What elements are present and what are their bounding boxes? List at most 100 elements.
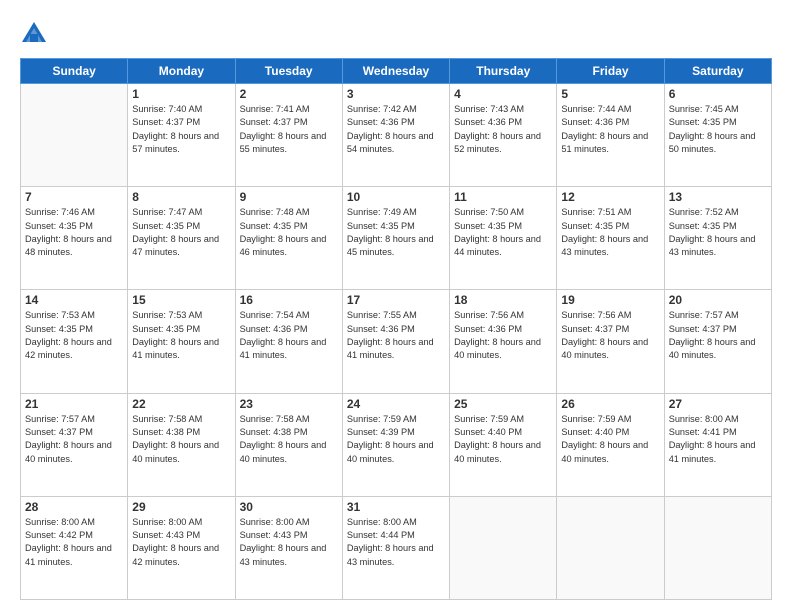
day-number: 5 [561, 87, 659, 101]
calendar-cell: 8 Sunrise: 7:47 AM Sunset: 4:35 PM Daylig… [128, 187, 235, 290]
weekday-header-thursday: Thursday [450, 59, 557, 84]
day-info: Sunrise: 8:00 AM Sunset: 4:44 PM Dayligh… [347, 516, 445, 569]
weekday-row: SundayMondayTuesdayWednesdayThursdayFrid… [21, 59, 772, 84]
calendar-cell [21, 84, 128, 187]
day-number: 9 [240, 190, 338, 204]
day-number: 24 [347, 397, 445, 411]
calendar-cell: 4 Sunrise: 7:43 AM Sunset: 4:36 PM Daylig… [450, 84, 557, 187]
calendar-cell: 23 Sunrise: 7:58 AM Sunset: 4:38 PM Dayli… [235, 393, 342, 496]
day-number: 19 [561, 293, 659, 307]
day-info: Sunrise: 7:54 AM Sunset: 4:36 PM Dayligh… [240, 309, 338, 362]
day-number: 31 [347, 500, 445, 514]
day-info: Sunrise: 8:00 AM Sunset: 4:43 PM Dayligh… [240, 516, 338, 569]
calendar-cell: 14 Sunrise: 7:53 AM Sunset: 4:35 PM Dayli… [21, 290, 128, 393]
day-info: Sunrise: 7:56 AM Sunset: 4:37 PM Dayligh… [561, 309, 659, 362]
day-number: 2 [240, 87, 338, 101]
day-number: 15 [132, 293, 230, 307]
calendar-cell: 25 Sunrise: 7:59 AM Sunset: 4:40 PM Dayli… [450, 393, 557, 496]
calendar-week-3: 21 Sunrise: 7:57 AM Sunset: 4:37 PM Dayli… [21, 393, 772, 496]
day-info: Sunrise: 7:53 AM Sunset: 4:35 PM Dayligh… [25, 309, 123, 362]
day-number: 10 [347, 190, 445, 204]
day-info: Sunrise: 7:59 AM Sunset: 4:39 PM Dayligh… [347, 413, 445, 466]
day-number: 11 [454, 190, 552, 204]
day-info: Sunrise: 7:59 AM Sunset: 4:40 PM Dayligh… [454, 413, 552, 466]
day-info: Sunrise: 8:00 AM Sunset: 4:43 PM Dayligh… [132, 516, 230, 569]
day-info: Sunrise: 7:51 AM Sunset: 4:35 PM Dayligh… [561, 206, 659, 259]
page: SundayMondayTuesdayWednesdayThursdayFrid… [0, 0, 792, 612]
day-info: Sunrise: 7:42 AM Sunset: 4:36 PM Dayligh… [347, 103, 445, 156]
day-number: 23 [240, 397, 338, 411]
calendar-cell: 17Sunrise: 7:55 AM Sunset: 4:36 PM Dayli… [342, 290, 449, 393]
day-number: 30 [240, 500, 338, 514]
calendar-cell [557, 496, 664, 599]
calendar-cell: 7Sunrise: 7:46 AM Sunset: 4:35 PM Daylig… [21, 187, 128, 290]
day-number: 6 [669, 87, 767, 101]
day-number: 26 [561, 397, 659, 411]
calendar-cell: 6 Sunrise: 7:45 AM Sunset: 4:35 PM Daylig… [664, 84, 771, 187]
calendar-cell: 24 Sunrise: 7:59 AM Sunset: 4:39 PM Dayli… [342, 393, 449, 496]
calendar-header: SundayMondayTuesdayWednesdayThursdayFrid… [21, 59, 772, 84]
day-info: Sunrise: 7:47 AM Sunset: 4:35 PM Dayligh… [132, 206, 230, 259]
day-info: Sunrise: 7:48 AM Sunset: 4:35 PM Dayligh… [240, 206, 338, 259]
weekday-header-sunday: Sunday [21, 59, 128, 84]
calendar-cell: 3 Sunrise: 7:42 AM Sunset: 4:36 PM Daylig… [342, 84, 449, 187]
day-number: 3 [347, 87, 445, 101]
calendar-week-4: 28Sunrise: 8:00 AM Sunset: 4:42 PM Dayli… [21, 496, 772, 599]
day-info: Sunrise: 7:59 AM Sunset: 4:40 PM Dayligh… [561, 413, 659, 466]
day-info: Sunrise: 7:44 AM Sunset: 4:36 PM Dayligh… [561, 103, 659, 156]
calendar-cell: 21 Sunrise: 7:57 AM Sunset: 4:37 PM Dayli… [21, 393, 128, 496]
day-info: Sunrise: 7:57 AM Sunset: 4:37 PM Dayligh… [25, 413, 123, 466]
weekday-header-friday: Friday [557, 59, 664, 84]
day-info: Sunrise: 7:58 AM Sunset: 4:38 PM Dayligh… [132, 413, 230, 466]
day-number: 27 [669, 397, 767, 411]
calendar-week-2: 14 Sunrise: 7:53 AM Sunset: 4:35 PM Dayli… [21, 290, 772, 393]
day-number: 14 [25, 293, 123, 307]
calendar-body: 1Sunrise: 7:40 AM Sunset: 4:37 PM Daylig… [21, 84, 772, 600]
calendar-week-1: 7Sunrise: 7:46 AM Sunset: 4:35 PM Daylig… [21, 187, 772, 290]
day-number: 4 [454, 87, 552, 101]
day-info: Sunrise: 8:00 AM Sunset: 4:42 PM Dayligh… [25, 516, 123, 569]
day-info: Sunrise: 7:46 AM Sunset: 4:35 PM Dayligh… [25, 206, 123, 259]
calendar-table: SundayMondayTuesdayWednesdayThursdayFrid… [20, 58, 772, 600]
day-info: Sunrise: 7:45 AM Sunset: 4:35 PM Dayligh… [669, 103, 767, 156]
weekday-header-tuesday: Tuesday [235, 59, 342, 84]
day-number: 21 [25, 397, 123, 411]
calendar-cell: 28Sunrise: 8:00 AM Sunset: 4:42 PM Dayli… [21, 496, 128, 599]
header [20, 16, 772, 48]
calendar-cell: 16 Sunrise: 7:54 AM Sunset: 4:36 PM Dayli… [235, 290, 342, 393]
day-info: Sunrise: 7:43 AM Sunset: 4:36 PM Dayligh… [454, 103, 552, 156]
day-info: Sunrise: 7:57 AM Sunset: 4:37 PM Dayligh… [669, 309, 767, 362]
day-number: 20 [669, 293, 767, 307]
day-number: 18 [454, 293, 552, 307]
calendar-cell: 1Sunrise: 7:40 AM Sunset: 4:37 PM Daylig… [128, 84, 235, 187]
calendar-cell: 10 Sunrise: 7:49 AM Sunset: 4:35 PM Dayli… [342, 187, 449, 290]
calendar-cell: 29 Sunrise: 8:00 AM Sunset: 4:43 PM Dayli… [128, 496, 235, 599]
calendar-cell: 18 Sunrise: 7:56 AM Sunset: 4:36 PM Dayli… [450, 290, 557, 393]
calendar-cell: 30 Sunrise: 8:00 AM Sunset: 4:43 PM Dayli… [235, 496, 342, 599]
day-info: Sunrise: 8:00 AM Sunset: 4:41 PM Dayligh… [669, 413, 767, 466]
logo [20, 20, 54, 48]
day-info: Sunrise: 7:41 AM Sunset: 4:37 PM Dayligh… [240, 103, 338, 156]
calendar-cell: 20 Sunrise: 7:57 AM Sunset: 4:37 PM Dayli… [664, 290, 771, 393]
day-number: 8 [132, 190, 230, 204]
day-number: 25 [454, 397, 552, 411]
day-info: Sunrise: 7:55 AM Sunset: 4:36 PM Dayligh… [347, 309, 445, 362]
day-info: Sunrise: 7:58 AM Sunset: 4:38 PM Dayligh… [240, 413, 338, 466]
calendar-cell: 2 Sunrise: 7:41 AM Sunset: 4:37 PM Daylig… [235, 84, 342, 187]
calendar-cell: 5 Sunrise: 7:44 AM Sunset: 4:36 PM Daylig… [557, 84, 664, 187]
calendar-cell: 19 Sunrise: 7:56 AM Sunset: 4:37 PM Dayli… [557, 290, 664, 393]
calendar-cell: 26 Sunrise: 7:59 AM Sunset: 4:40 PM Dayli… [557, 393, 664, 496]
day-info: Sunrise: 7:56 AM Sunset: 4:36 PM Dayligh… [454, 309, 552, 362]
day-number: 22 [132, 397, 230, 411]
day-info: Sunrise: 7:49 AM Sunset: 4:35 PM Dayligh… [347, 206, 445, 259]
day-info: Sunrise: 7:50 AM Sunset: 4:35 PM Dayligh… [454, 206, 552, 259]
calendar-week-0: 1Sunrise: 7:40 AM Sunset: 4:37 PM Daylig… [21, 84, 772, 187]
calendar-cell: 15 Sunrise: 7:53 AM Sunset: 4:35 PM Dayli… [128, 290, 235, 393]
day-number: 16 [240, 293, 338, 307]
day-info: Sunrise: 7:40 AM Sunset: 4:37 PM Dayligh… [132, 103, 230, 156]
calendar-cell: 12Sunrise: 7:51 AM Sunset: 4:35 PM Dayli… [557, 187, 664, 290]
day-number: 29 [132, 500, 230, 514]
calendar-cell: 11 Sunrise: 7:50 AM Sunset: 4:35 PM Dayli… [450, 187, 557, 290]
day-info: Sunrise: 7:53 AM Sunset: 4:35 PM Dayligh… [132, 309, 230, 362]
weekday-header-wednesday: Wednesday [342, 59, 449, 84]
